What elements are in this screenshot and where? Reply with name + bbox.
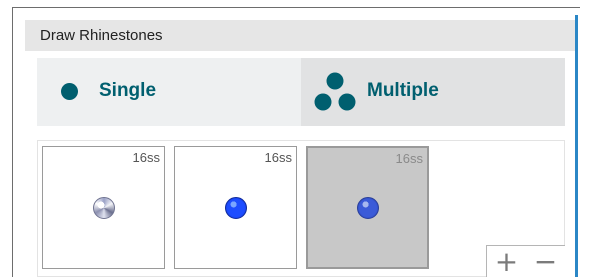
add-remove-controls: + − <box>486 245 565 277</box>
rhinestone-item-selected[interactable]: 16ss <box>306 146 429 269</box>
draw-mode-selector: Single Multiple <box>37 58 565 126</box>
panel-right-border <box>575 15 578 277</box>
stone-size-label: 16ss <box>395 151 423 166</box>
single-dot-icon <box>61 83 78 100</box>
blue-rhinestone-icon <box>356 196 379 219</box>
stone-size-label: 16ss <box>264 150 292 165</box>
single-mode-button[interactable]: Single <box>37 58 301 126</box>
single-mode-label: Single <box>99 80 157 101</box>
window-frame-top <box>12 7 580 8</box>
blue-rhinestone-icon <box>224 196 247 219</box>
clear-rhinestone-icon <box>92 196 115 219</box>
rhinestone-item[interactable]: 16ss <box>174 146 297 269</box>
add-button[interactable]: + <box>487 246 526 277</box>
panel-title: Draw Rhinestones <box>25 20 575 51</box>
stone-size-label: 16ss <box>132 150 160 165</box>
rhinestone-item[interactable]: 16ss <box>42 146 165 269</box>
multiple-mode-label: Multiple <box>367 80 439 101</box>
window-frame-left <box>12 7 13 277</box>
multiple-mode-button[interactable]: Multiple <box>301 58 565 126</box>
draw-rhinestones-panel: Draw Rhinestones Single Multiple 16ss 16… <box>25 15 575 277</box>
three-dots-icon <box>314 72 356 111</box>
remove-button[interactable]: − <box>526 246 565 277</box>
